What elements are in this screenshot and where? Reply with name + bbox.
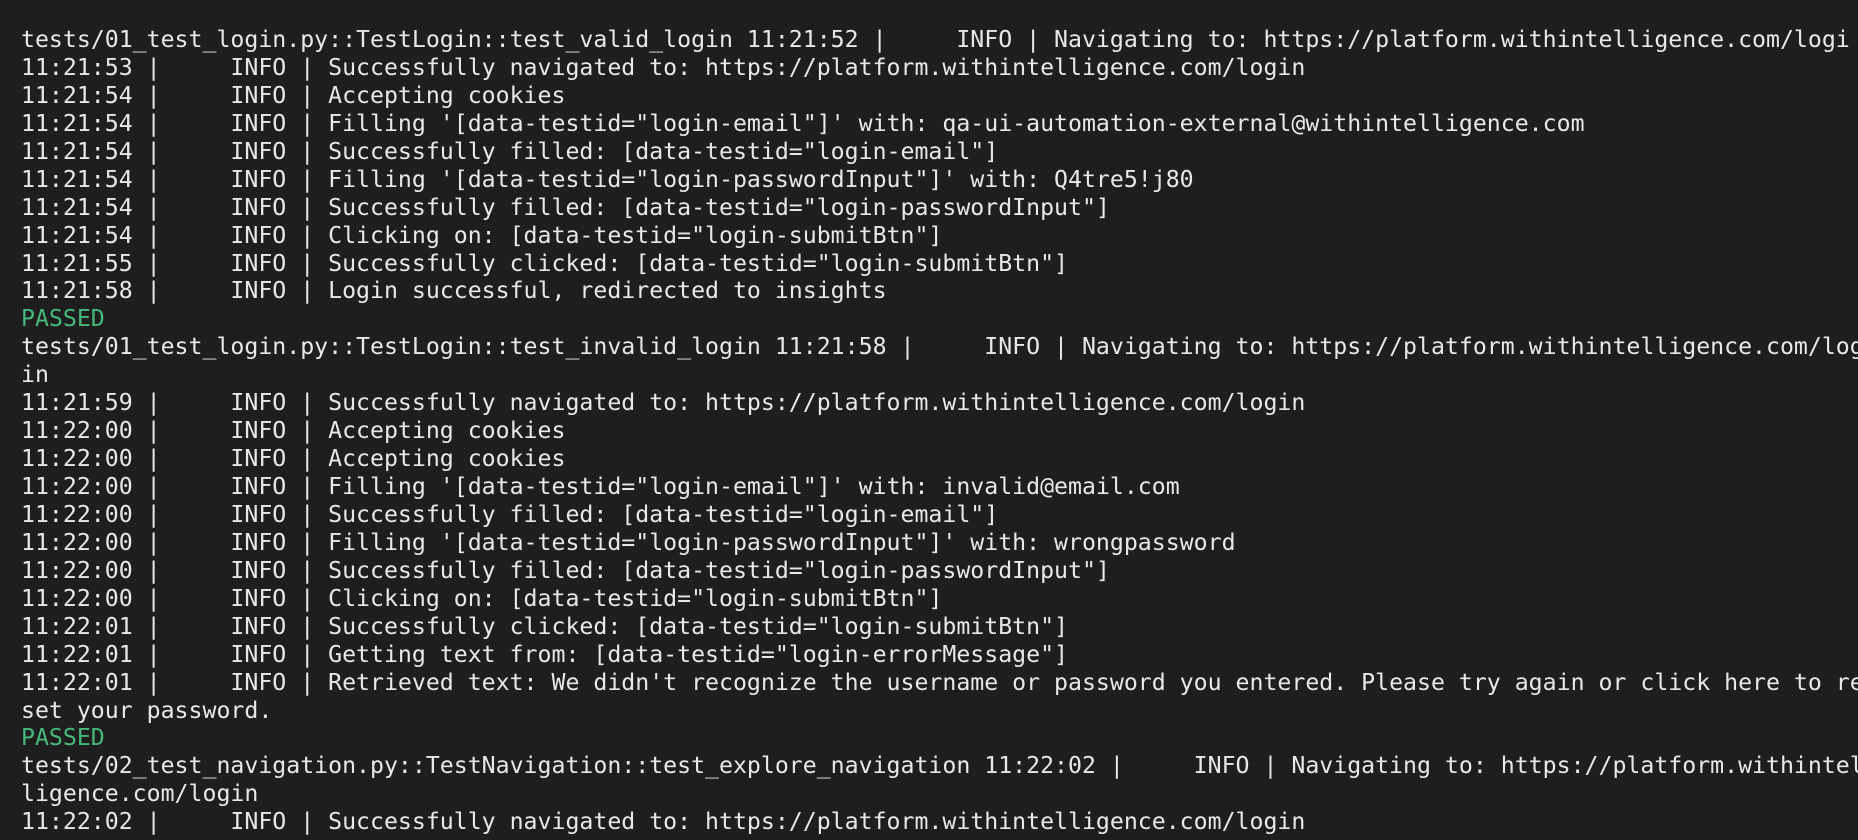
test-passed-status: PASSED <box>21 305 105 333</box>
log-line: tests/01_test_login.py::TestLogin::test_… <box>21 26 1850 53</box>
log-line: 11:22:00 | INFO | Accepting cookies <box>21 445 566 473</box>
log-line-wrap: set your password. <box>21 696 273 724</box>
log-line: 11:22:00 | INFO | Filling '[data-testid=… <box>21 528 1236 556</box>
log-line: 11:21:54 | INFO | Filling '[data-testid=… <box>21 109 1585 137</box>
test-passed-status: PASSED <box>21 724 105 752</box>
log-line: 11:21:53 | INFO | Successfully navigated… <box>21 53 1306 81</box>
log-line: 11:22:01 | INFO | Retrieved text: We did… <box>21 668 1858 696</box>
log-line: 11:22:00 | INFO | Clicking on: [data-tes… <box>21 584 943 612</box>
log-line: 11:21:59 | INFO | Successfully navigated… <box>21 389 1306 417</box>
log-line: 11:21:54 | INFO | Filling '[data-testid=… <box>21 165 1194 193</box>
log-line: 11:21:54 | INFO | Clicking on: [data-tes… <box>21 221 943 249</box>
terminal-output[interactable]: tests/01_test_login.py::TestLogin::test_… <box>0 0 1858 840</box>
test-header-line: tests/02_test_navigation.py::TestNavigat… <box>21 752 1858 780</box>
test-header-line: tests/01_test_login.py::TestLogin::test_… <box>21 333 1858 361</box>
log-line: 11:21:54 | INFO | Successfully filled: [… <box>21 193 1110 221</box>
log-line: 11:22:02 | INFO | Successfully navigated… <box>21 808 1306 836</box>
log-line: 11:22:01 | INFO | Successfully clicked: … <box>21 612 1069 640</box>
log-line: 11:22:00 | INFO | Successfully filled: [… <box>21 500 999 528</box>
log-line-wrap: in <box>21 361 49 389</box>
log-line-wrap: ligence.com/login <box>21 780 259 808</box>
log-line: 11:21:58 | INFO | Login successful, redi… <box>21 277 887 305</box>
log-line: 11:22:00 | INFO | Accepting cookies <box>21 417 566 445</box>
log-line: 11:22:00 | INFO | Filling '[data-testid=… <box>21 473 1180 500</box>
log-line: 11:21:54 | INFO | Accepting cookies <box>21 81 566 109</box>
log-line: 11:21:54 | INFO | Successfully filled: [… <box>21 137 999 165</box>
log-line: 11:22:01 | INFO | Getting text from: [da… <box>21 640 1069 668</box>
log-line: 11:22:00 | INFO | Successfully filled: [… <box>21 556 1110 584</box>
log-line: 11:21:55 | INFO | Successfully clicked: … <box>21 249 1069 277</box>
